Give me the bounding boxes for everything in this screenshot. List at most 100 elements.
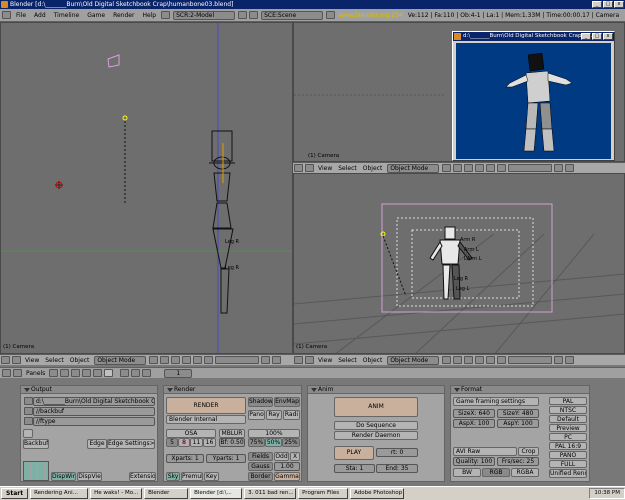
scene-browse-icon[interactable] [249, 11, 259, 19]
layer-buttons-icon[interactable] [215, 356, 260, 364]
minimize-button[interactable]: _ [592, 1, 602, 8]
bw-toggle[interactable]: BW [453, 468, 481, 477]
extensions-button[interactable]: Extensio [129, 472, 156, 481]
backbuf-path-field[interactable]: //backbuf [33, 407, 155, 416]
start-button[interactable]: Start [1, 488, 29, 499]
percent-50-button[interactable]: 50% [265, 438, 282, 447]
3d-viewport-left[interactable]: Leg R Leg R (1) Camera [0, 22, 293, 354]
info-window-type-icon[interactable] [2, 11, 11, 19]
preset-pano[interactable]: PANO [549, 451, 587, 459]
gamma-toggle[interactable]: Gamma [274, 472, 300, 481]
lock-icon[interactable] [554, 164, 564, 172]
render-preview-icon[interactable] [272, 356, 282, 364]
sizex-field[interactable]: SizeX: 640 [453, 409, 495, 418]
translate-icon[interactable] [182, 356, 192, 364]
draw-type-icon[interactable] [149, 356, 159, 364]
fields-toggle[interactable]: Fields [248, 452, 273, 461]
window-type-icon[interactable] [294, 164, 303, 172]
menu-game[interactable]: Game [83, 12, 109, 19]
edge-settings-button[interactable]: Edge Settings>> [107, 439, 155, 449]
header-collapse-icon[interactable] [13, 369, 22, 377]
preset-default[interactable]: Default [549, 415, 587, 423]
osa-5-button[interactable]: 5 [166, 438, 178, 447]
file-format-select[interactable]: AVI Raw [453, 447, 517, 456]
sizey-field[interactable]: SizeY: 480 [497, 409, 539, 418]
aspx-field[interactable]: AspX: 100 [453, 419, 495, 428]
format-panel-title[interactable]: Format [451, 386, 589, 394]
object-context-icon[interactable] [82, 369, 92, 377]
anim-button[interactable]: ANIM [334, 397, 418, 417]
close-screen-icon[interactable] [238, 11, 248, 19]
taskbar-item-bad-render[interactable]: 3. 011 bad ren... [244, 488, 297, 499]
crop-toggle[interactable]: Crop [518, 447, 539, 456]
scale-icon[interactable] [204, 356, 214, 364]
taskbar-item-he-waks[interactable]: He waks! - Mo... [90, 488, 143, 499]
menu-file[interactable]: File [12, 12, 30, 19]
do-sequence-toggle[interactable]: Do Sequence [334, 421, 418, 430]
render-button[interactable]: RENDER [166, 397, 246, 414]
view-menu[interactable]: View [315, 165, 335, 172]
menu-render[interactable]: Render [109, 12, 138, 19]
editing-context-icon[interactable] [93, 369, 103, 377]
osa-11-button[interactable]: 11 [190, 438, 203, 447]
minimize-button[interactable]: _ [581, 33, 591, 40]
output-path-field[interactable]: d:\_______Burn\Old Digital Sketchbook Cr… [33, 397, 155, 406]
taskbar-item-photoshop[interactable]: Adobe Photoshop [350, 488, 405, 499]
close-button[interactable]: x [603, 33, 613, 40]
xparts-field[interactable]: Xparts: 1 [166, 454, 204, 463]
logic-context-icon[interactable] [49, 369, 59, 377]
header-collapse-icon[interactable] [12, 356, 21, 364]
window-type-icon[interactable] [294, 356, 303, 364]
menu-add[interactable]: Add [30, 12, 50, 19]
dispview-button[interactable]: DispVie [77, 472, 102, 481]
mblur-toggle[interactable]: MBLUR [219, 429, 245, 438]
rgba-toggle[interactable]: RGBA [511, 468, 539, 477]
view-menu[interactable]: View [22, 357, 42, 364]
preset-full[interactable]: FULL [549, 460, 587, 468]
object-menu[interactable]: Object [360, 357, 386, 364]
screen-browse-icon[interactable] [161, 11, 171, 19]
taskbar-item-blender-file[interactable]: Blender [d:\... [190, 488, 243, 499]
menu-help[interactable]: Help [138, 12, 160, 19]
percent-100-button[interactable]: 100% [248, 429, 300, 438]
panels-menu[interactable]: Panels [23, 370, 48, 377]
sky-toggle[interactable]: Sky [166, 472, 180, 481]
rotate-icon[interactable] [193, 356, 203, 364]
draw-type-icon[interactable] [442, 356, 452, 364]
close-button[interactable]: x [614, 1, 624, 8]
sound-buttons-icon[interactable] [142, 369, 152, 377]
select-menu[interactable]: Select [335, 165, 360, 172]
3d-viewport-bottomright[interactable]: Arm R Arm L LArm L Leg R Leg L (1) Camer… [293, 173, 625, 354]
render-daemon-toggle[interactable]: Render Daemon [334, 431, 418, 440]
edge-toggle[interactable]: Edge [87, 439, 107, 449]
border-toggle[interactable]: Border [248, 472, 273, 481]
envmap-toggle[interactable]: EnvMap [274, 397, 300, 407]
header-collapse-icon[interactable] [305, 164, 314, 172]
rotate-icon[interactable] [486, 164, 496, 172]
translate-icon[interactable] [475, 164, 485, 172]
window-titlebar[interactable]: Blender [d:\_______Burn\Old Digital Sket… [0, 0, 625, 9]
radio-toggle[interactable]: Radi [283, 410, 300, 420]
shading-context-icon[interactable] [71, 369, 81, 377]
frame-field[interactable]: 1 [164, 368, 193, 378]
unified-renderer-toggle[interactable]: Unified Rend [549, 469, 587, 478]
translate-icon[interactable] [475, 356, 485, 364]
key-toggle[interactable]: Key [204, 472, 219, 481]
aspy-field[interactable]: AspY: 100 [497, 419, 539, 428]
close-scene-icon[interactable] [326, 11, 336, 19]
output-path-folder-icon[interactable] [24, 397, 33, 405]
window-type-icon[interactable] [2, 369, 11, 377]
object-menu[interactable]: Object [360, 165, 386, 172]
pivot-icon[interactable] [453, 356, 463, 364]
screen-selector[interactable]: SCR:2-Model [173, 10, 236, 20]
preset-preview[interactable]: Preview [549, 424, 587, 432]
window-type-icon[interactable] [1, 356, 10, 364]
taskbar-item-blender[interactable]: Blender [144, 488, 189, 499]
rgb-toggle[interactable]: RGB [482, 468, 510, 477]
draw-type-icon[interactable] [442, 164, 452, 172]
render-window-titlebar[interactable]: d:\_______Burn\Old Digital Sketchbook Cr… [453, 32, 614, 41]
scene-selector[interactable]: SCE:Scene [261, 10, 324, 20]
ftype-path-field[interactable]: //ftype [33, 417, 155, 426]
pivot-icon[interactable] [453, 164, 463, 172]
ray-toggle[interactable]: Ray [266, 410, 282, 420]
